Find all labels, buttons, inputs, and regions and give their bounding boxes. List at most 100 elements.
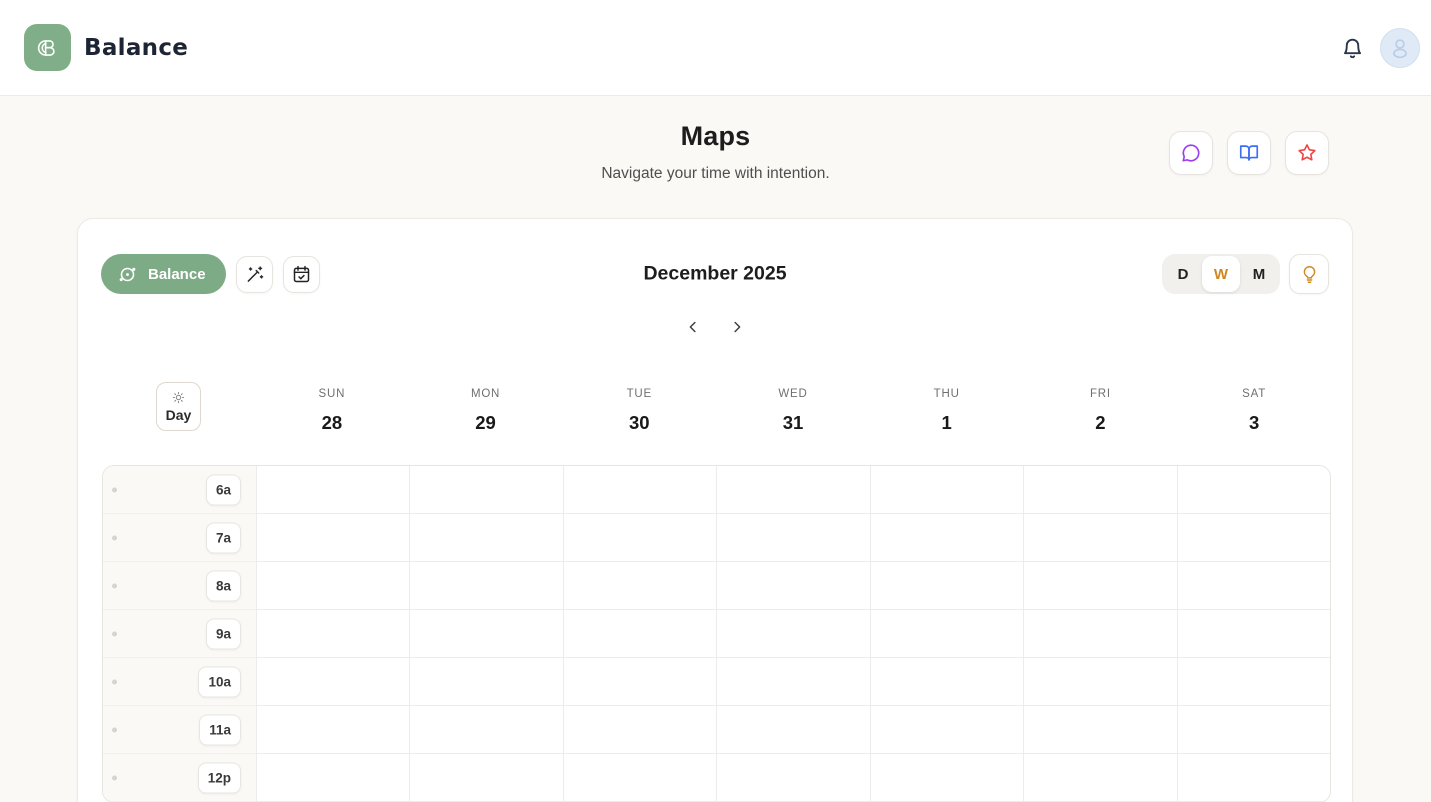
calendar-cell[interactable]: [870, 466, 1023, 514]
calendar-cell[interactable]: [716, 658, 869, 706]
calendar-cell[interactable]: [409, 610, 562, 658]
calendar-cell[interactable]: [716, 610, 869, 658]
calendar-cell[interactable]: [409, 658, 562, 706]
day-header[interactable]: SUN 28: [255, 382, 409, 434]
calendar-cell[interactable]: [256, 754, 409, 802]
calendar-cell[interactable]: [716, 466, 869, 514]
month-title: December 2025: [643, 263, 786, 286]
calendar-cell[interactable]: [256, 610, 409, 658]
calendar-cell[interactable]: [256, 658, 409, 706]
day-date: 3: [1177, 412, 1331, 434]
calendar-cell[interactable]: [563, 610, 716, 658]
calendar-cell[interactable]: [716, 706, 869, 754]
hour-tick-dot: [112, 583, 117, 588]
balance-mode-button[interactable]: Balance: [101, 254, 226, 294]
calendar-cell[interactable]: [409, 514, 562, 562]
calendar-cell[interactable]: [1177, 562, 1330, 610]
calendar-cell[interactable]: [256, 466, 409, 514]
day-header[interactable]: SAT 3: [1177, 382, 1331, 434]
calendar-cell[interactable]: [1177, 610, 1330, 658]
calendar-cell[interactable]: [1177, 754, 1330, 802]
calendar-cell[interactable]: [256, 562, 409, 610]
calendar-cell[interactable]: [1023, 658, 1176, 706]
user-avatar[interactable]: [1380, 28, 1420, 68]
week-navigation: [681, 315, 749, 339]
toolbar-right-group: D W M: [1162, 254, 1329, 294]
calendar-cell[interactable]: [563, 466, 716, 514]
calendar-cell[interactable]: [1177, 706, 1330, 754]
day-header[interactable]: FRI 2: [1024, 382, 1178, 434]
chevron-left-icon: [684, 318, 702, 336]
calendar-cell[interactable]: [1023, 754, 1176, 802]
orbit-icon: [116, 263, 139, 286]
calendar-cell[interactable]: [870, 562, 1023, 610]
schedule-view-button[interactable]: [283, 256, 320, 293]
open-book-icon: [1238, 142, 1260, 164]
calendar-cell[interactable]: [1023, 466, 1176, 514]
hour-tick-dot: [112, 727, 117, 732]
calendar-cell[interactable]: [1023, 562, 1176, 610]
day-header[interactable]: MON 29: [409, 382, 563, 434]
hour-tick-dot: [112, 679, 117, 684]
hour-tick-dot: [112, 775, 117, 780]
calendar-cell[interactable]: [409, 706, 562, 754]
calendar-cell[interactable]: [409, 562, 562, 610]
calendar-cell[interactable]: [409, 466, 562, 514]
calendar-cell[interactable]: [409, 754, 562, 802]
brand-wordmark: Balance: [84, 35, 188, 61]
calendar-cell[interactable]: [1177, 658, 1330, 706]
day-name: SAT: [1177, 388, 1331, 400]
day-header[interactable]: THU 1: [870, 382, 1024, 434]
insights-button[interactable]: [1289, 254, 1329, 294]
day-date: 28: [255, 412, 409, 434]
app-logo[interactable]: [24, 24, 71, 71]
calendar-cell[interactable]: [1177, 514, 1330, 562]
day-name: THU: [870, 388, 1024, 400]
calendar-cell[interactable]: [1023, 610, 1176, 658]
sun-icon: [172, 391, 185, 404]
calendar-cell[interactable]: [870, 754, 1023, 802]
calendar-cell[interactable]: [563, 658, 716, 706]
week-time-grid: 6a 7a 8a: [102, 465, 1331, 802]
calendar-cell[interactable]: [563, 754, 716, 802]
time-gutter-cell: 11a: [103, 706, 256, 754]
calendar-cell[interactable]: [563, 562, 716, 610]
hour-tick-dot: [112, 631, 117, 636]
notifications-button[interactable]: [1340, 36, 1365, 61]
day-name: SUN: [255, 388, 409, 400]
next-week-button[interactable]: [725, 315, 749, 339]
time-gutter-cell: 6a: [103, 466, 256, 514]
calendar-cell[interactable]: [716, 754, 869, 802]
previous-week-button[interactable]: [681, 315, 705, 339]
calendar-cell[interactable]: [563, 706, 716, 754]
chevron-right-icon: [728, 318, 746, 336]
chat-button[interactable]: [1169, 131, 1213, 175]
day-header[interactable]: WED 31: [716, 382, 870, 434]
view-option[interactable]: W: [1202, 256, 1240, 292]
time-label: 7a: [206, 522, 241, 553]
hour-tick-dot: [112, 487, 117, 492]
day-axis-toggle[interactable]: Day: [156, 382, 201, 431]
calendar-cell[interactable]: [1023, 706, 1176, 754]
day-name: FRI: [1024, 388, 1178, 400]
view-option[interactable]: M: [1240, 256, 1278, 292]
favorites-button[interactable]: [1285, 131, 1329, 175]
auto-schedule-button[interactable]: [236, 256, 273, 293]
view-option[interactable]: D: [1164, 256, 1202, 292]
calendar-cell[interactable]: [256, 514, 409, 562]
guide-button[interactable]: [1227, 131, 1271, 175]
calendar-cell[interactable]: [1177, 466, 1330, 514]
hero-action-buttons: [1169, 131, 1329, 175]
calendar-cell[interactable]: [870, 514, 1023, 562]
calendar-cell[interactable]: [870, 706, 1023, 754]
calendar-cell[interactable]: [256, 706, 409, 754]
calendar-cell[interactable]: [563, 514, 716, 562]
calendar-cell[interactable]: [716, 514, 869, 562]
calendar-cell[interactable]: [870, 610, 1023, 658]
calendar-cell[interactable]: [870, 658, 1023, 706]
time-label: 11a: [199, 714, 241, 745]
calendar-cell[interactable]: [1023, 514, 1176, 562]
calendar-cell[interactable]: [716, 562, 869, 610]
bell-icon: [1340, 36, 1365, 61]
day-header[interactable]: TUE 30: [562, 382, 716, 434]
